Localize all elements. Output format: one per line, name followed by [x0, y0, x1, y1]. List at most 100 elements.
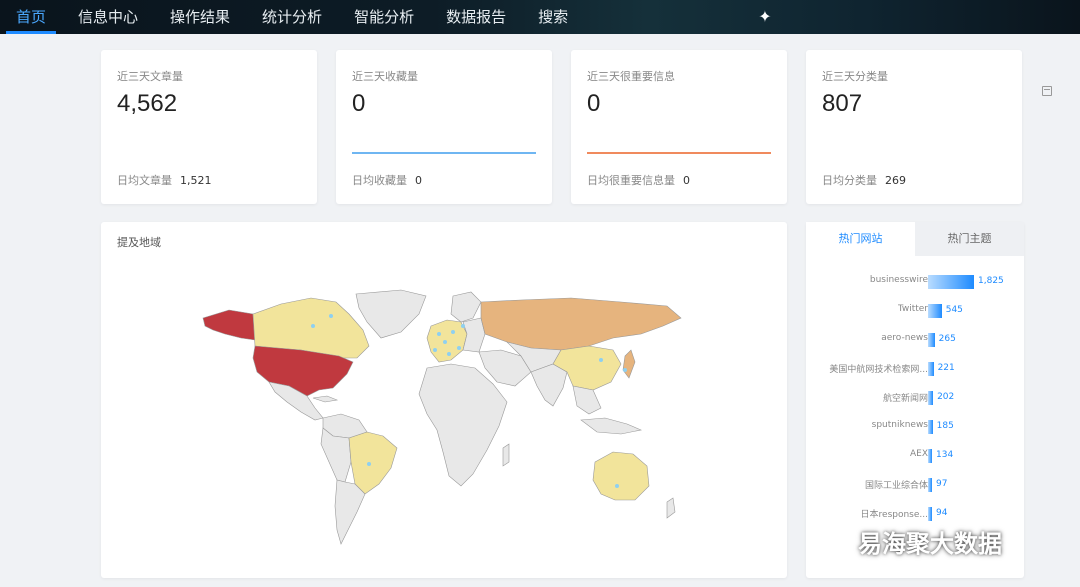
tab-hot-topics[interactable]: 热门主题 [915, 222, 1024, 256]
tab-hot-sites[interactable]: 热门网站 [806, 222, 915, 256]
map-point[interactable] [311, 324, 315, 328]
nav-item-data-report[interactable]: 数据报告 [430, 0, 522, 34]
stat-value: 0 [352, 90, 366, 117]
stat-title: 近三天文章量 [117, 70, 183, 83]
region-australia[interactable] [592, 451, 650, 501]
hot-site-label: 日本response... [860, 510, 928, 520]
map-point[interactable] [437, 332, 441, 336]
stat-title: 近三天分类量 [822, 70, 888, 83]
hot-site-row[interactable]: sputniknews 185 [806, 417, 1024, 437]
region-africa[interactable] [418, 363, 508, 487]
hot-site-bar [928, 333, 935, 347]
region-scandinavia[interactable] [450, 291, 482, 323]
hot-site-label: 美国中航网技术检索网... [829, 365, 928, 375]
region-alaska[interactable] [202, 309, 256, 341]
hot-site-row[interactable]: 美国中航网技术检索网... 221 [806, 359, 1024, 379]
nav-item-operation-results[interactable]: 操作结果 [154, 0, 246, 34]
nav-item-info-center[interactable]: 信息中心 [62, 0, 154, 34]
hot-site-bar [928, 391, 934, 405]
stat-title: 近三天很重要信息 [587, 70, 675, 83]
map-point[interactable] [433, 348, 437, 352]
map-point[interactable] [615, 484, 619, 488]
wechat-icon [823, 530, 851, 552]
hot-site-bar [928, 449, 932, 463]
stat-card-favorites: 近三天收藏量 0 日均收藏量 0 [336, 50, 552, 204]
stat-title: 近三天收藏量 [352, 70, 418, 83]
hot-site-row[interactable]: 航空新闻网 202 [806, 388, 1024, 408]
region-madagascar[interactable] [502, 443, 510, 467]
stat-value: 0 [587, 90, 601, 117]
hot-site-bar [928, 478, 932, 492]
calendar-icon[interactable] [1042, 86, 1052, 96]
map-point[interactable] [329, 314, 333, 318]
hot-site-bar [928, 507, 932, 521]
stat-foot-value: 0 [683, 174, 690, 187]
hot-site-row[interactable]: AEX 134 [806, 446, 1024, 466]
watermark-text: 易海聚大数据 [858, 530, 1002, 558]
hot-site-label: AEX [909, 449, 928, 459]
map-point[interactable] [443, 340, 447, 344]
hot-site-bar [928, 362, 934, 376]
nav-item-home[interactable]: 首页 [0, 0, 62, 34]
hot-site-label: 航空新闻网 [882, 394, 928, 404]
region-southeast-asia[interactable] [572, 385, 602, 415]
nav-item-search[interactable]: 搜索 [522, 0, 584, 34]
region-western-europe[interactable] [426, 319, 468, 363]
hot-site-row[interactable]: businesswire 1,825 [806, 272, 1024, 292]
map-point[interactable] [457, 346, 461, 350]
nav-item-smart-analysis[interactable]: 智能分析 [338, 0, 430, 34]
hot-site-value: 221 [937, 363, 955, 373]
sparkle-icon: ✦ [758, 7, 772, 26]
top-nav: 首页 信息中心 操作结果 统计分析 智能分析 数据报告 搜索 ✦ [0, 0, 1080, 34]
hot-site-label: Twitter [897, 304, 928, 314]
stat-foot-label: 日均分类量 [822, 174, 877, 187]
map-point[interactable] [461, 324, 465, 328]
hot-tabs: 热门网站 热门主题 [806, 222, 1024, 256]
region-indonesia[interactable] [580, 417, 643, 435]
region-japan[interactable] [622, 349, 636, 379]
map-point[interactable] [447, 352, 451, 356]
stat-value: 4,562 [117, 90, 178, 117]
region-south-cone[interactable] [334, 479, 366, 545]
stat-footer: 日均收藏量 0 [352, 172, 422, 188]
hot-site-label: 国际工业综合体 [864, 481, 928, 491]
stat-foot-label: 日均很重要信息量 [587, 174, 675, 187]
hot-site-row[interactable]: aero-news 265 [806, 330, 1024, 350]
hot-site-value: 265 [938, 334, 956, 344]
hot-site-row[interactable]: 日本response... 94 [806, 504, 1024, 524]
stat-card-categories: 近三天分类量 807 日均分类量 269 [806, 50, 1022, 204]
nav-item-statistics[interactable]: 统计分析 [246, 0, 338, 34]
hot-site-row[interactable]: 国际工业综合体 97 [806, 475, 1024, 495]
hot-site-value: 134 [936, 450, 954, 460]
stat-footer: 日均很重要信息量 0 [587, 172, 690, 188]
hot-site-bar [928, 304, 942, 318]
stat-foot-label: 日均收藏量 [352, 174, 407, 187]
stat-trend-line [352, 152, 536, 154]
region-new-zealand[interactable] [666, 497, 676, 519]
map-point[interactable] [599, 358, 603, 362]
region-caribbean[interactable] [312, 395, 339, 403]
hot-site-value: 545 [945, 305, 963, 315]
stat-trend-line [587, 152, 771, 154]
stat-foot-value: 1,521 [180, 174, 212, 187]
stat-foot-label: 日均文章量 [117, 174, 172, 187]
stat-foot-value: 269 [885, 174, 906, 187]
stat-card-important: 近三天很重要信息 0 日均很重要信息量 0 [571, 50, 787, 204]
world-map [202, 289, 682, 545]
region-brazil[interactable] [348, 431, 398, 495]
region-map-panel: 提及地域 [101, 222, 787, 578]
map-point[interactable] [451, 330, 455, 334]
map-point[interactable] [367, 462, 371, 466]
hot-site-value: 185 [936, 421, 954, 431]
hot-site-label: aero-news [881, 333, 928, 343]
region-greenland[interactable] [355, 289, 427, 339]
map-point[interactable] [623, 368, 627, 372]
hot-site-row[interactable]: Twitter 545 [806, 301, 1024, 321]
region-russia[interactable] [480, 297, 682, 351]
region-india[interactable] [530, 363, 568, 407]
stat-foot-value: 0 [415, 174, 422, 187]
stat-card-articles: 近三天文章量 4,562 日均文章量 1,521 [101, 50, 317, 204]
hot-site-bar [928, 420, 933, 434]
stat-footer: 日均文章量 1,521 [117, 172, 212, 188]
hot-site-value: 1,825 [978, 276, 1004, 286]
